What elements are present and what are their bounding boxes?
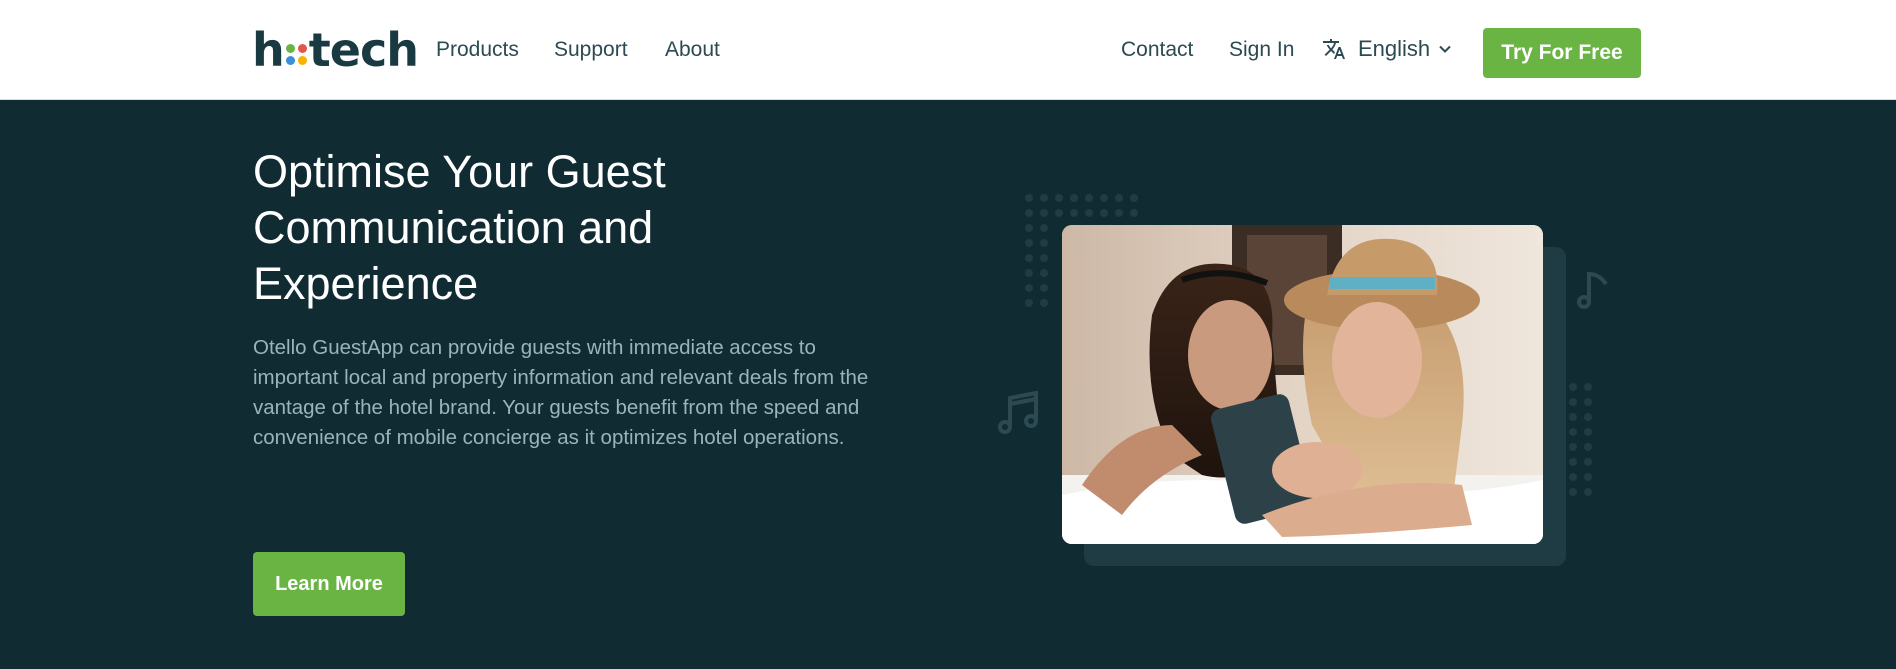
music-notes-icon: [998, 390, 1038, 434]
decorative-dots-right: [1569, 383, 1592, 496]
language-selector[interactable]: English: [1322, 36, 1452, 62]
nav-support[interactable]: Support: [554, 38, 628, 62]
hotech-logo[interactable]: h tech: [252, 22, 419, 78]
try-for-free-button[interactable]: Try For Free: [1483, 28, 1641, 78]
hero-photo: [1062, 225, 1543, 544]
logo-prefix: h: [252, 23, 285, 77]
learn-more-button[interactable]: Learn More: [253, 552, 405, 616]
hero-description: Otello GuestApp can provide guests with …: [253, 336, 869, 449]
logo-suffix: tech: [308, 23, 419, 77]
nav-about[interactable]: About: [665, 38, 720, 62]
nav-sign-in[interactable]: Sign In: [1229, 38, 1294, 62]
site-header: h tech Products Support About Contact Si…: [0, 0, 1896, 100]
hero-title: Optimise Your Guest Communication and Ex…: [253, 146, 666, 309]
language-label: English: [1358, 36, 1431, 61]
music-note-icon: [1577, 271, 1608, 309]
logo-dots-icon: [285, 43, 307, 65]
chevron-down-icon: [1439, 45, 1451, 53]
nav-contact[interactable]: Contact: [1121, 38, 1193, 62]
translate-icon: [1323, 39, 1345, 59]
two-women-looking-at-phone-photo: [1062, 225, 1543, 544]
nav-products[interactable]: Products: [436, 38, 519, 62]
